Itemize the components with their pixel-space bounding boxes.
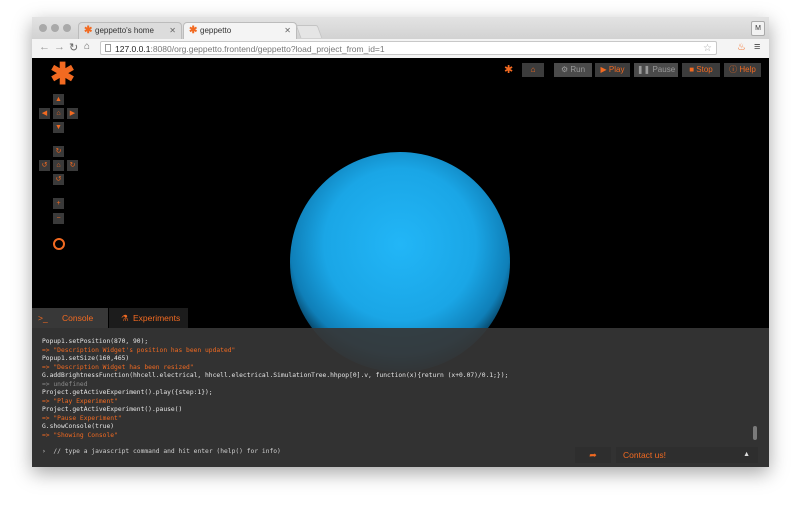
close-window-button[interactable] [39,24,47,32]
tab-console[interactable]: >_ Console [32,308,108,328]
address-bar[interactable]: 127.0.0.1:8080/org.geppetto.frontend/gep… [100,41,717,55]
run-label: Run [570,65,586,74]
title-bar: ✱ geppetto's home ✕ ✱ geppetto ✕ M [32,17,769,39]
pause-icon: ❚❚ [636,65,651,74]
console-line: => "Pause Experiment" [42,414,122,422]
browser-window: ✱ geppetto's home ✕ ✱ geppetto ✕ M ← → ↻… [32,17,769,467]
stop-icon: ■ [689,65,695,74]
console-placeholder: // type a javascript command and hit ent… [53,448,281,455]
console-line: => "Description Widget's position has be… [42,346,236,354]
rotate-right-button[interactable]: ↻ [67,160,78,171]
home-button[interactable]: ⌂ [522,63,544,77]
tab-experiments[interactable]: ⚗ Experiments [109,308,188,328]
url-path: :8080/org.geppetto.frontend/geppetto?loa… [150,44,385,54]
share-button[interactable]: ➦ [575,447,611,463]
tab-title: geppetto's home [95,26,154,35]
page-icon [105,44,111,52]
home-icon[interactable]: ⌂ [84,41,90,52]
bookmark-star-icon[interactable]: ☆ [703,42,712,56]
cogs-icon: ⚙ [560,65,569,74]
geppetto-favicon-icon: ✱ [189,25,198,36]
pause-label: Pause [652,65,676,74]
tutorial-star-icon[interactable]: ✱ [504,63,513,76]
rotate-down-button[interactable]: ↺ [53,174,64,185]
new-tab-button[interactable] [295,25,323,38]
geppetto-favicon-icon: ✱ [84,25,93,36]
contact-label: Contact us! [623,450,666,460]
console-panel: Popup1.setPosition(870, 90); => "Descrip… [32,328,769,467]
pause-button[interactable]: ❚❚ Pause [634,63,678,77]
play-button[interactable]: ▶ Play [595,63,630,77]
console-line: Project.getActiveExperiment().play({step… [42,389,213,396]
console-tabs: >_ Console ⚗ Experiments [32,308,769,328]
address-toolbar: ← → ↻ ⌂ 127.0.0.1:8080/org.geppetto.fron… [32,39,769,59]
console-line: Popup1.setSize(160,465) [42,355,130,362]
chevron-up-icon: ▲ [743,451,750,458]
console-line: => "Showing Console" [42,431,118,439]
console-line: => "Play Experiment" [42,397,118,405]
zoom-out-button[interactable]: − [53,213,64,224]
home-icon: ⌂ [530,65,536,74]
console-line: => "Description Widget has been resized" [42,363,194,371]
rotate-left-button[interactable]: ↺ [39,160,50,171]
console-line: Project.getActiveExperiment().pause() [42,406,183,413]
pan-up-button[interactable]: ▲ [53,94,64,105]
run-button[interactable]: ⚙ Run [554,63,592,77]
rotate-home-button[interactable]: ⌂ [53,160,64,171]
console-line: Popup1.setPosition(870, 90); [42,338,149,345]
github-icon[interactable] [53,238,65,250]
close-tab-icon[interactable]: ✕ [284,26,291,35]
tab-console-label: Console [62,313,94,323]
browser-tab-home[interactable]: ✱ geppetto's home ✕ [78,22,182,39]
help-label: Help [739,65,756,74]
console-input[interactable]: › // type a javascript command and hit e… [42,448,281,455]
rotate-up-button[interactable]: ↻ [53,146,64,157]
forward-arrow-icon[interactable]: → [54,41,65,53]
geppetto-logo-icon: ✱ [50,58,76,91]
tab-title: geppetto [200,26,232,35]
pan-right-button[interactable]: ▶ [67,108,78,119]
info-icon: ⓘ [729,65,738,74]
geppetto-canvas[interactable]: ✱ ▲ ◀ ⌂ ▶ ▼ ↻ ↺ ⌂ ↻ ↺ + − ✱ ⌂ ⚙ Run ▶ Pl… [32,58,769,467]
console-line: => undefined [42,380,88,388]
profile-button[interactable]: M [751,21,765,36]
prompt-chevron-icon: › [42,448,46,455]
stop-label: Stop [696,65,713,74]
stop-button[interactable]: ■ Stop [682,63,720,77]
pan-down-button[interactable]: ▼ [53,122,64,133]
zoom-in-button[interactable]: + [53,198,64,209]
play-label: Play [608,65,625,74]
share-arrow-icon: ➦ [589,450,597,460]
browser-tab-geppetto[interactable]: ✱ geppetto ✕ [183,22,297,39]
play-icon: ▶ [600,65,607,74]
minimize-window-button[interactable] [51,24,59,32]
extension-flame-icon[interactable]: ♨ [737,42,746,53]
tab-experiments-label: Experiments [133,313,181,323]
terminal-icon: >_ [38,313,48,323]
pan-left-button[interactable]: ◀ [39,108,50,119]
console-line: G.addBrightnessFunction(hhcell.electrica… [42,372,509,379]
close-tab-icon[interactable]: ✕ [169,26,176,35]
contact-us-button[interactable]: Contact us! ▲ [616,447,758,463]
url-host: 127.0.0.1 [115,44,151,54]
help-button[interactable]: ⓘ Help [724,63,761,77]
pan-home-button[interactable]: ⌂ [53,108,64,119]
console-line: G.showConsole(true) [42,423,115,430]
console-scrollbar[interactable] [753,426,757,440]
maximize-window-button[interactable] [63,24,71,32]
back-arrow-icon[interactable]: ← [39,41,50,53]
reload-icon[interactable]: ↻ [69,41,78,54]
hamburger-menu-icon[interactable]: ≡ [754,41,760,53]
flask-icon: ⚗ [121,313,129,323]
